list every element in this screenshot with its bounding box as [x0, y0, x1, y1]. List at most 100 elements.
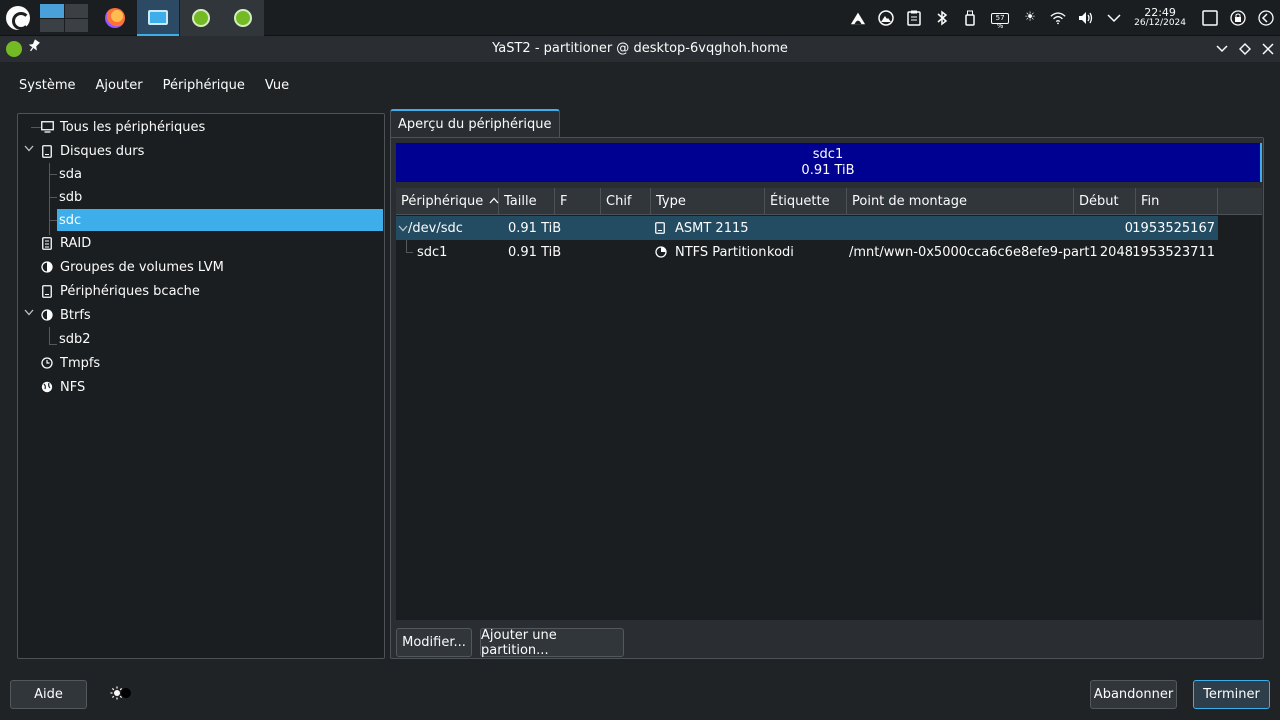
column-header-start[interactable]: Début — [1074, 188, 1136, 215]
tree-item-btrfs[interactable]: Btrfs — [18, 304, 91, 326]
tree-item-bcache[interactable]: Périphériques bcache — [40, 280, 200, 302]
raid-icon — [40, 236, 54, 250]
cell-type: ASMT 2115 — [675, 220, 749, 236]
cell-mount: /mnt/wwn-0x5000cca6c6e8efe9-part1 — [849, 244, 1098, 260]
help-button[interactable]: Aide — [10, 680, 87, 709]
tree-item-label: sdb2 — [59, 331, 91, 347]
tree-item-sdb2[interactable]: sdb2 — [57, 328, 91, 350]
desktop-1[interactable] — [40, 4, 64, 18]
clipboard-icon[interactable] — [906, 10, 922, 26]
column-header-f[interactable]: F — [555, 188, 601, 215]
cell-start: 0 — [1124, 220, 1133, 236]
partition-type-icon — [655, 240, 667, 264]
task-firefox[interactable] — [94, 0, 136, 36]
system-tray: 57 % ☀ 22:49 26/12/2024 — [844, 0, 1280, 36]
tree-item-nfs[interactable]: NFS — [40, 376, 85, 398]
column-header-size[interactable]: Taille — [499, 188, 555, 215]
desktop-4[interactable] — [64, 18, 88, 32]
theme-toggle-icon[interactable] — [110, 686, 132, 700]
brightness-icon[interactable]: ☀ — [1022, 10, 1038, 26]
column-header-end[interactable]: Fin — [1136, 188, 1218, 215]
wifi-icon[interactable] — [1050, 10, 1066, 26]
tree-item-tmpfs[interactable]: Tmpfs — [40, 352, 100, 374]
column-header-label[interactable]: Étiquette — [765, 188, 847, 215]
window-titlebar[interactable]: YaST2 - partitioner @ desktop-6vqghoh.ho… — [0, 36, 1280, 62]
menu-ajouter[interactable]: Ajouter — [85, 74, 152, 97]
device-tree[interactable]: Tous les périphériques Disques durs sda … — [17, 113, 385, 659]
bcache-icon — [40, 284, 54, 298]
mountain-icon[interactable] — [878, 10, 894, 26]
abort-button[interactable]: Abandonner — [1090, 680, 1177, 709]
modify-button[interactable]: Modifier... — [396, 628, 472, 657]
battery-icon[interactable]: 57 % — [990, 10, 1010, 30]
cell-end: 1953525167 — [1132, 220, 1215, 236]
tree-item-lvm[interactable]: Groupes de volumes LVM — [40, 256, 224, 278]
chevron-down-icon[interactable] — [398, 216, 408, 240]
cell-label: kodi — [767, 244, 794, 260]
task-yast-2[interactable] — [222, 0, 264, 36]
tree-item-hard-disks[interactable]: Disques durs — [18, 140, 384, 162]
tree-item-all-devices[interactable]: Tous les périphériques — [40, 116, 205, 138]
monitor-icon — [40, 120, 54, 134]
column-header-mount-point[interactable]: Point de montage — [847, 188, 1074, 215]
tree-item-label: Btrfs — [60, 307, 91, 323]
tree-item-sda[interactable]: sda — [57, 163, 383, 185]
chevron-down-icon[interactable] — [24, 308, 34, 319]
tree-item-label: sda — [59, 166, 82, 182]
application-launcher-icon[interactable] — [6, 6, 30, 30]
cell-type: NTFS Partition — [675, 244, 767, 260]
column-header-device[interactable]: Périphérique — [396, 188, 499, 215]
clock[interactable]: 22:49 26/12/2024 — [1134, 7, 1186, 29]
table-row[interactable]: /dev/sdc 0.91 TiB ASMT 2115 0 1953525167 — [396, 216, 1218, 240]
column-header-encrypted[interactable]: Chif — [601, 188, 651, 215]
menu-peripherique[interactable]: Périphérique — [153, 74, 255, 97]
window-title: YaST2 - partitioner @ desktop-6vqghoh.ho… — [492, 41, 788, 56]
menu-systeme[interactable]: Système — [9, 74, 85, 97]
lock-screen-icon[interactable] — [1230, 10, 1246, 26]
tree-item-label: Disques durs — [60, 143, 145, 159]
tab-device-overview[interactable]: Aperçu du périphérique — [390, 109, 560, 137]
clock-time: 22:49 — [1144, 6, 1176, 19]
desktop-3[interactable] — [40, 18, 64, 32]
table-row[interactable]: sdc1 0.91 TiB NTFS Partition kodi /mnt/w… — [396, 240, 1218, 264]
task-yast-1[interactable] — [180, 0, 222, 36]
cell-size: 0.91 TiB — [508, 244, 562, 260]
tree-item-raid[interactable]: RAID — [40, 232, 91, 254]
volume-icon[interactable] — [1078, 10, 1094, 26]
chevron-down-icon[interactable] — [24, 144, 34, 155]
harddisk-icon — [40, 144, 54, 158]
tree-item-sdb[interactable]: sdb — [57, 186, 383, 208]
show-desktop-icon[interactable] — [1202, 10, 1218, 26]
tab-label: Aperçu du périphérique — [398, 116, 552, 132]
column-header-type[interactable]: Type — [651, 188, 765, 215]
yast-icon — [192, 9, 210, 27]
menu-bar: Système Ajouter Périphérique Vue — [0, 62, 1280, 108]
yast-icon — [234, 9, 252, 27]
task-system-monitor[interactable] — [137, 0, 179, 36]
finish-button[interactable]: Terminer — [1193, 680, 1270, 709]
maximize-button[interactable] — [1235, 39, 1255, 59]
partition-bar-size: 0.91 TiB — [801, 162, 855, 178]
tree-item-label: Tmpfs — [60, 355, 101, 371]
chevron-up-icon[interactable] — [1106, 10, 1122, 26]
system-monitor-icon — [148, 9, 168, 25]
battery-level: 57 % — [991, 12, 1010, 30]
device-table[interactable]: Périphérique Taille F Chif Type Étiquett… — [396, 188, 1262, 620]
clock-date: 26/12/2024 — [1134, 18, 1186, 28]
partition-bar-sdc1[interactable]: sdc1 0.91 TiB — [396, 143, 1262, 182]
tree-item-label: Périphériques bcache — [60, 283, 200, 299]
minimize-button[interactable] — [1212, 39, 1232, 59]
network-share-icon[interactable] — [850, 10, 866, 26]
desktop-2[interactable] — [64, 4, 88, 18]
btrfs-icon — [40, 308, 54, 322]
usb-drive-icon[interactable] — [962, 10, 978, 26]
leave-icon[interactable] — [1258, 10, 1274, 26]
tree-item-sdc[interactable]: sdc — [57, 209, 383, 231]
menu-vue[interactable]: Vue — [255, 74, 299, 97]
add-partition-button[interactable]: Ajouter une partition... — [480, 628, 624, 658]
cell-end: 1953523711 — [1132, 244, 1215, 260]
bluetooth-icon[interactable] — [934, 10, 950, 26]
virtual-desktop-pager[interactable] — [40, 4, 88, 32]
close-button[interactable] — [1258, 39, 1278, 59]
cell-device: /dev/sdc — [408, 220, 463, 236]
